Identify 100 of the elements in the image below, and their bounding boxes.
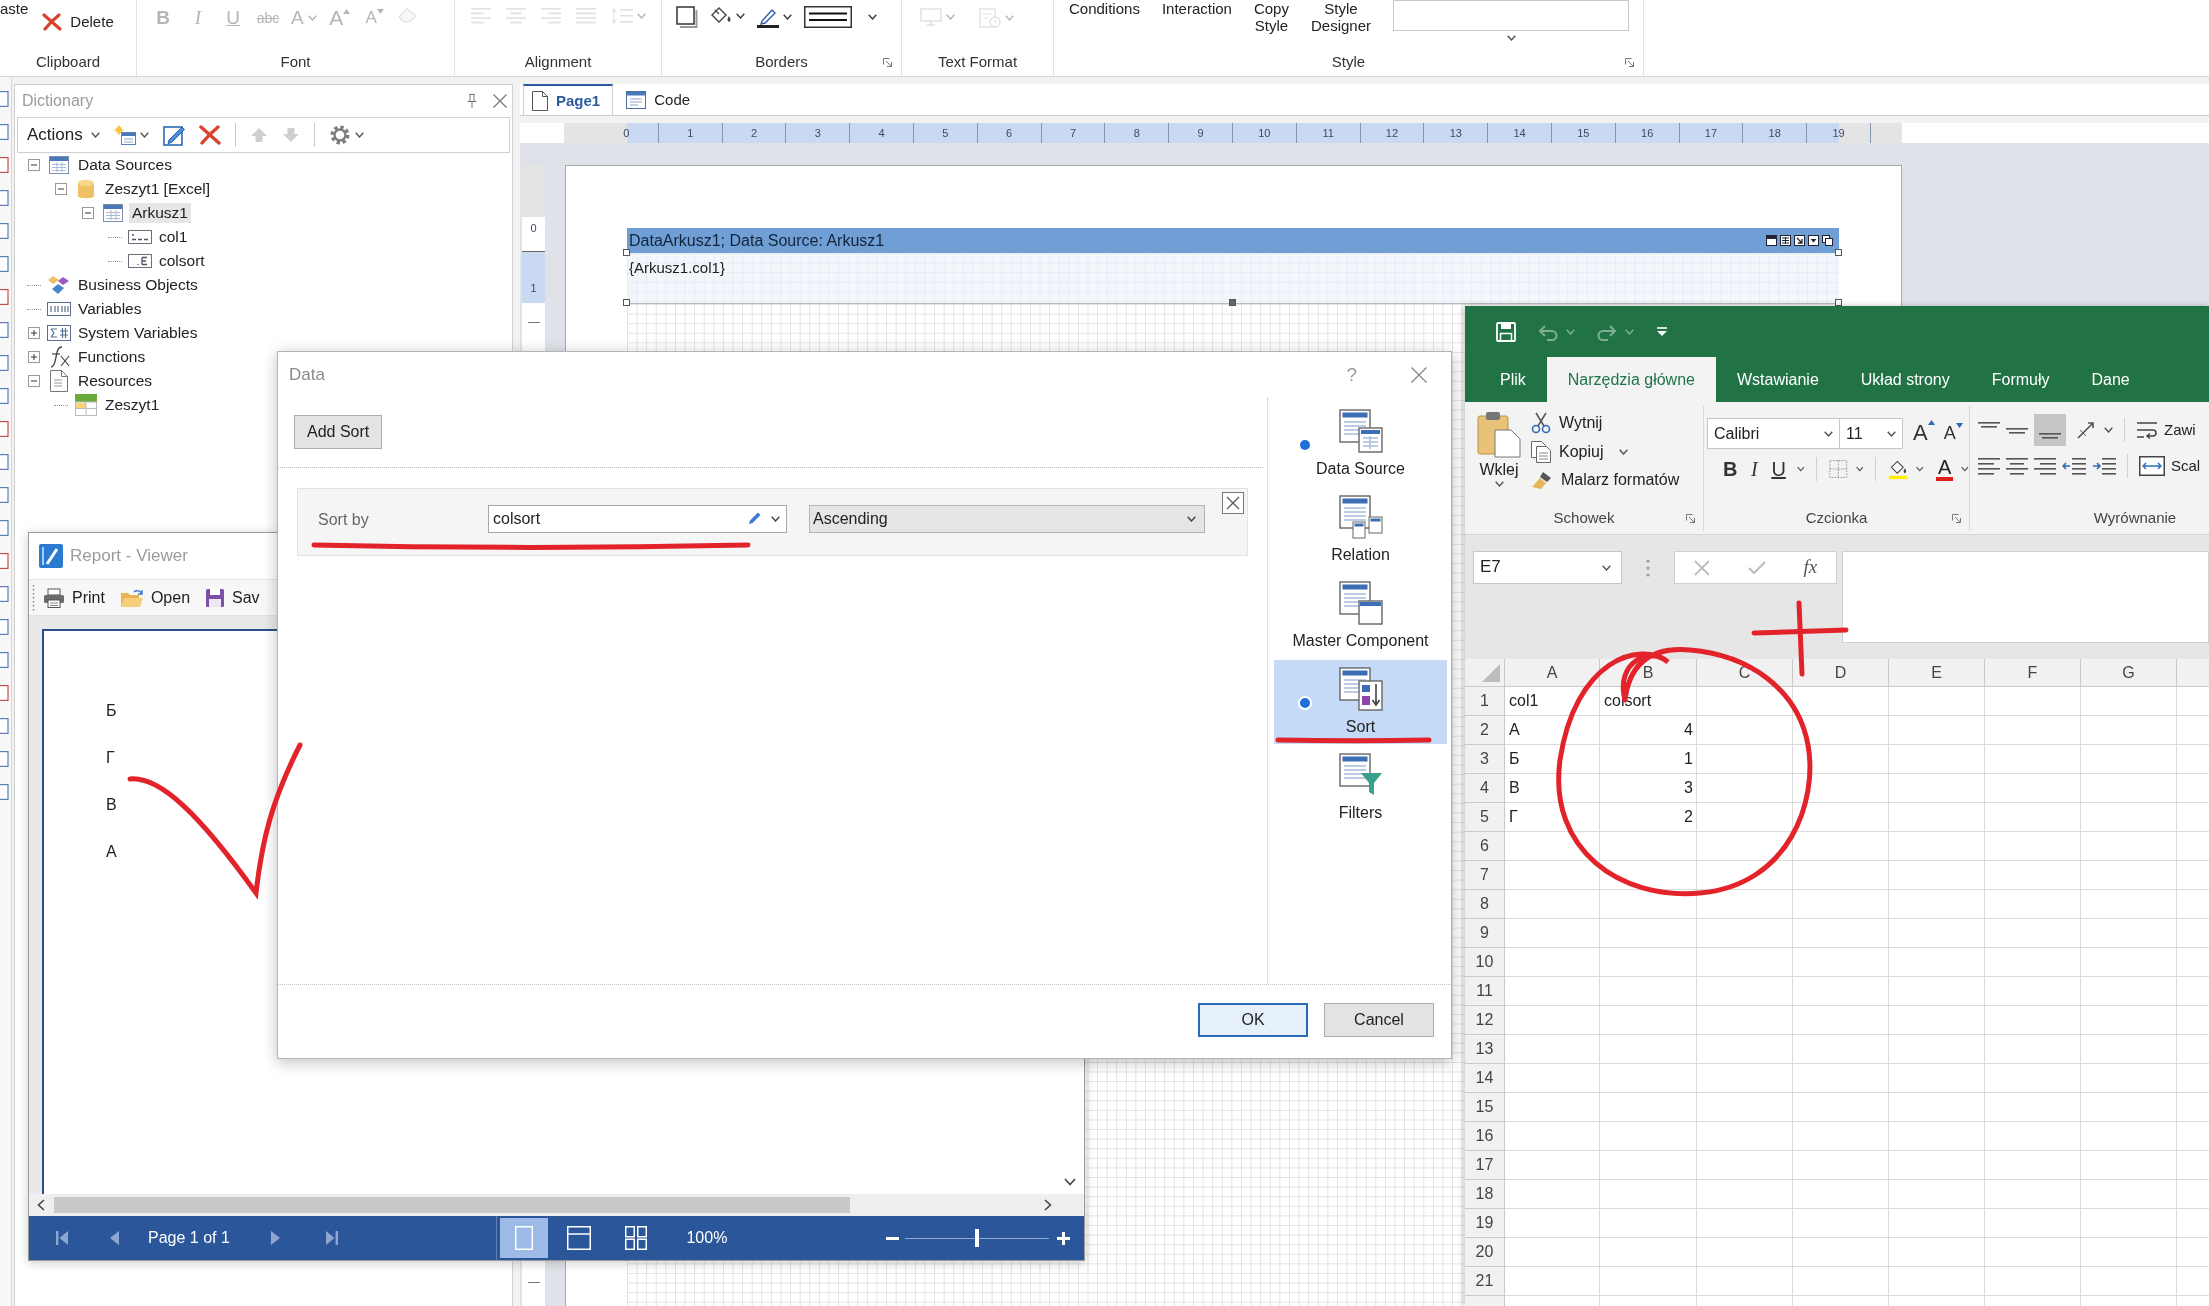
vertical-dots-icon[interactable] [1646, 559, 1650, 577]
toolbox-icon[interactable] [0, 421, 9, 437]
font-name-dropdown[interactable]: Calibri [1707, 418, 1840, 449]
ribbon-tab[interactable]: Plik [1479, 357, 1547, 402]
caret-icon[interactable] [1796, 466, 1805, 472]
caret-icon[interactable] [1602, 564, 1611, 571]
row-header[interactable]: 16 [1465, 1122, 1505, 1151]
toolbox-icon[interactable] [0, 124, 9, 140]
align-right-icon[interactable] [2034, 457, 2056, 475]
underline-button[interactable]: U [1768, 457, 1789, 481]
insert-function-button[interactable]: fx [1803, 556, 1818, 579]
tree-item[interactable]: Zeszyt1 [102, 394, 163, 416]
tree-item[interactable]: col1 [156, 226, 191, 248]
collapse-icon[interactable] [82, 207, 94, 219]
caret-icon[interactable] [354, 132, 364, 138]
ribbon-tab[interactable]: Układ strony [1839, 357, 1971, 402]
row-header[interactable]: 9 [1465, 919, 1505, 948]
section-item[interactable]: Filters [1274, 746, 1447, 830]
line-style-icon[interactable] [804, 6, 852, 28]
row-header[interactable]: 18 [1465, 1180, 1505, 1209]
paste-button[interactable]: Wklej [1477, 410, 1521, 505]
paste-button[interactable]: aste [0, 0, 29, 18]
row-header[interactable]: 4 [1465, 774, 1505, 803]
document-tab[interactable]: Page1 [523, 84, 614, 115]
selection-handle[interactable] [1835, 249, 1842, 256]
remove-sort-icon[interactable] [1222, 492, 1244, 514]
caret-icon[interactable] [90, 132, 100, 138]
expand-icon[interactable] [28, 351, 40, 363]
dropdown-icon[interactable] [1808, 235, 1819, 246]
toolbox-icon[interactable] [0, 751, 9, 767]
delete-button[interactable]: Delete [42, 13, 114, 31]
toolbox-icon[interactable] [0, 487, 9, 503]
row-header[interactable]: 13 [1465, 1035, 1505, 1064]
caret-icon[interactable] [868, 14, 877, 20]
section-item[interactable]: Data Source [1274, 402, 1447, 486]
caret-icon[interactable] [139, 132, 149, 138]
selection-handle[interactable] [1835, 299, 1842, 306]
scroll-left-icon[interactable] [37, 1199, 45, 1211]
dialog-button[interactable]: Cancel [1324, 1003, 1434, 1037]
tree-item[interactable]: Resources [75, 370, 156, 392]
close-icon[interactable] [1411, 367, 1427, 383]
add-sort-button[interactable]: Add Sort [294, 415, 383, 449]
name-box[interactable]: E7 [1473, 551, 1622, 584]
toolbox-icon[interactable] [0, 190, 9, 206]
row-header[interactable]: 11 [1465, 977, 1505, 1006]
launcher-icon[interactable] [883, 58, 892, 67]
text-orientation-icon[interactable] [2076, 420, 2096, 440]
caret-icon[interactable] [1506, 35, 1516, 41]
toolbox-icon[interactable] [0, 322, 9, 338]
save-button[interactable]: Sav [197, 580, 267, 615]
toolbox-icon[interactable] [0, 289, 9, 305]
wrap-text-button[interactable]: Zawi [2136, 419, 2196, 441]
close-icon[interactable] [493, 94, 507, 108]
caret-icon[interactable] [736, 13, 745, 19]
toolbox-icon[interactable] [0, 91, 9, 107]
increase-indent-icon[interactable] [2092, 457, 2116, 475]
caret-icon[interactable] [2104, 427, 2113, 433]
ribbon-tab[interactable]: Formuły [1970, 357, 2071, 402]
row-header[interactable]: 14 [1465, 1064, 1505, 1093]
caret-icon[interactable] [771, 516, 780, 522]
caret-icon[interactable] [1619, 449, 1629, 455]
row-header[interactable]: 12 [1465, 1006, 1505, 1035]
row-header[interactable]: 2 [1465, 716, 1505, 745]
toolbox-icon[interactable] [0, 586, 9, 602]
format-painter-button[interactable]: Malarz formatów [1531, 470, 1680, 490]
toolbox-icon[interactable] [0, 718, 9, 734]
tree-item[interactable]: colsort [156, 250, 208, 272]
tree-item[interactable]: Zeszyt1 [Excel] [102, 178, 214, 200]
toolbox-icon[interactable] [0, 652, 9, 668]
toolbox-icon[interactable] [0, 157, 9, 173]
collapse-icon[interactable] [28, 159, 40, 171]
ribbon-tab[interactable]: Dane [2070, 357, 2151, 402]
align-left-icon[interactable] [1978, 457, 2000, 475]
caret-icon[interactable] [1855, 466, 1864, 472]
toolbox-icon[interactable] [0, 784, 9, 800]
tree-item[interactable]: Data Sources [75, 154, 175, 176]
actions-menu[interactable]: Actions [27, 124, 100, 146]
grow-font-button[interactable]: A [1913, 420, 1935, 447]
dialog-button[interactable]: OK [1198, 1003, 1308, 1037]
launcher-icon[interactable] [1625, 58, 1634, 67]
resize-icon[interactable] [1794, 235, 1805, 246]
caret-icon[interactable] [1494, 481, 1504, 488]
align-center-icon[interactable] [2006, 457, 2028, 475]
ribbon-button[interactable]: Interaction [1161, 0, 1232, 18]
toolbox-icon[interactable] [0, 619, 9, 635]
merge-button[interactable]: Scal [2139, 456, 2201, 476]
section-item[interactable]: Sort [1274, 660, 1447, 744]
italic-button[interactable]: I [1744, 457, 1765, 481]
formula-input[interactable] [1842, 551, 2209, 643]
caret-icon[interactable] [1887, 430, 1896, 437]
document-tab[interactable]: Code [617, 84, 704, 115]
row-header[interactable]: 3 [1465, 745, 1505, 774]
bold-button[interactable]: B [1720, 457, 1741, 481]
toolbox-icon[interactable] [0, 685, 9, 701]
decrease-indent-icon[interactable] [2062, 457, 2086, 475]
scrollbar-thumb[interactable] [54, 1197, 850, 1213]
delete-icon[interactable] [198, 125, 221, 145]
settings-icon[interactable] [328, 124, 351, 146]
customize-icon[interactable] [1656, 326, 1668, 337]
row-header[interactable]: 15 [1465, 1093, 1505, 1122]
